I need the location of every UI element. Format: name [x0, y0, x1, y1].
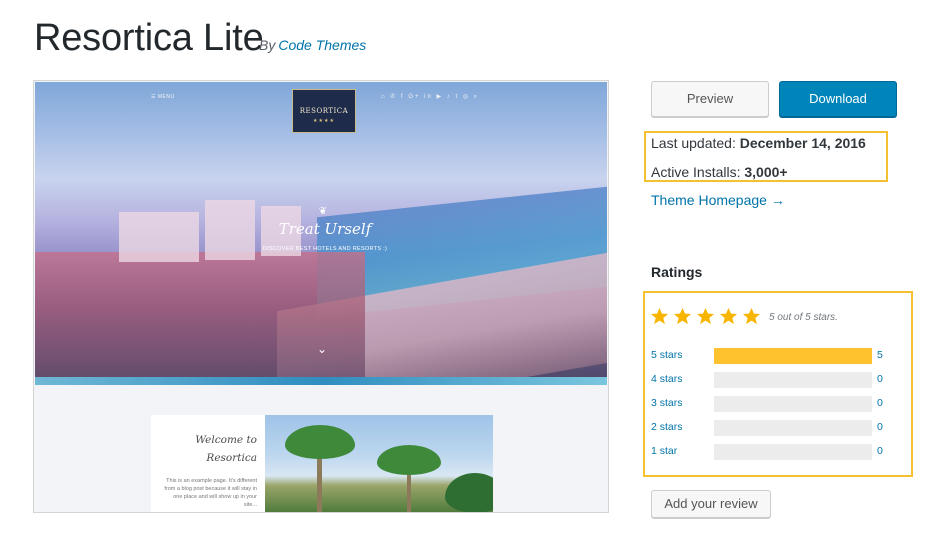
rating-label[interactable]: 5 stars [651, 349, 683, 361]
theme-homepage-link[interactable]: Theme Homepage → [651, 192, 785, 208]
chevron-down-icon: ⌄ [317, 342, 328, 356]
welcome-card: Welcome to Resortica This is an example … [151, 415, 265, 512]
palm-image [265, 415, 493, 512]
hero-menu: ☰ MENU [151, 94, 175, 100]
pool-strip [35, 377, 607, 385]
add-review-button[interactable]: Add your review [651, 490, 771, 518]
active-installs: Active Installs: 3,000+ [651, 164, 788, 180]
star-icon [650, 307, 669, 325]
star-icon [696, 307, 715, 325]
rating-label[interactable]: 4 stars [651, 373, 683, 385]
active-installs-label: Active Installs: [651, 164, 741, 180]
rating-row-4[interactable]: 4 stars 0 [651, 372, 891, 388]
rating-bar-track [714, 348, 872, 364]
rating-count[interactable]: 0 [877, 421, 883, 433]
social-icons: ⌂ ✆ f G+ in ▶ ♪ t ◎ ⌕ [381, 94, 480, 100]
author-link[interactable]: Code Themes [278, 37, 366, 53]
hero-subtitle: DISCOVER BEST HOTELS AND RESORTS :) [262, 246, 388, 252]
palm-leaf [285, 425, 355, 459]
byline: By Code Themes [259, 37, 366, 53]
ratings-heading: Ratings [651, 264, 703, 280]
last-updated-value: December 14, 2016 [739, 135, 866, 151]
preview-button[interactable]: Preview [651, 81, 769, 117]
last-updated-label: Last updated: [651, 135, 736, 151]
palm-leaf [377, 445, 441, 475]
download-button[interactable]: Download [779, 81, 897, 117]
flourish-icon: ❦ [318, 206, 328, 217]
welcome-body: This is an example page. It's different … [164, 478, 257, 508]
rating-count[interactable]: 0 [877, 373, 883, 385]
hero-image: ☰ MENU RESORTICA ★★★★ ⌂ ✆ f G+ in ▶ ♪ t … [35, 82, 607, 385]
rating-row-3[interactable]: 3 stars 0 [651, 396, 891, 412]
rating-label[interactable]: 3 stars [651, 397, 683, 409]
stars-caption: 5 out of 5 stars. [769, 312, 838, 323]
hotel-tower [119, 212, 199, 262]
rating-label[interactable]: 2 stars [651, 421, 683, 433]
resortica-logo: RESORTICA ★★★★ [292, 89, 356, 133]
rating-bar-track [714, 444, 872, 460]
rating-bar-track [714, 420, 872, 436]
rating-label[interactable]: 1 star [651, 445, 677, 457]
logo-stars: ★★★★ [313, 118, 335, 124]
rating-count[interactable]: 0 [877, 397, 883, 409]
palm-leaf [445, 473, 493, 512]
star-icon [719, 307, 738, 325]
last-updated: Last updated: December 14, 2016 [651, 135, 866, 151]
rating-bar-track [714, 372, 872, 388]
page-title: Resortica Lite [34, 17, 264, 59]
rating-row-1[interactable]: 1 star 0 [651, 444, 891, 460]
byline-label: By [259, 37, 276, 53]
star-icon [742, 307, 761, 325]
resort-shape [35, 252, 365, 385]
rating-bar-fill [714, 348, 872, 364]
rating-count[interactable]: 5 [877, 349, 883, 361]
hero-title: Treat Urself [278, 220, 372, 238]
theme-screenshot: ☰ MENU RESORTICA ★★★★ ⌂ ✆ f G+ in ▶ ♪ t … [33, 80, 609, 513]
rating-count[interactable]: 0 [877, 445, 883, 457]
star-icon [673, 307, 692, 325]
active-installs-value: 3,000+ [744, 164, 788, 180]
logo-text: RESORTICA [299, 107, 349, 115]
welcome-title: Welcome to Resortica [195, 434, 257, 464]
rating-row-5[interactable]: 5 stars 5 [651, 348, 891, 364]
rating-bar-track [714, 396, 872, 412]
rating-row-2[interactable]: 2 stars 0 [651, 420, 891, 436]
